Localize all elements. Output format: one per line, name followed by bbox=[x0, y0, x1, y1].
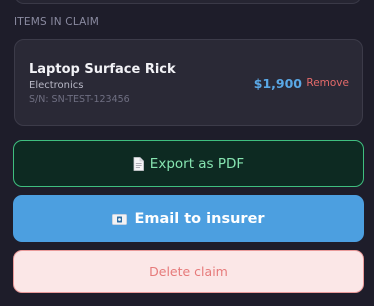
claim-detail-screen: ITEMS IN CLAIM Laptop Surface Rick Elect… bbox=[0, 0, 374, 306]
items-section-label: ITEMS IN CLAIM bbox=[14, 16, 100, 28]
item-category: Electronics bbox=[29, 80, 84, 91]
item-price: $1,900 bbox=[253, 76, 302, 91]
remove-item-button[interactable]: Remove bbox=[306, 77, 349, 89]
item-name: Laptop Surface Rick bbox=[29, 62, 176, 77]
previous-card-edge bbox=[14, 0, 362, 4]
delete-claim-label: Delete claim bbox=[149, 264, 228, 279]
email-icon bbox=[112, 213, 128, 225]
export-pdf-button[interactable]: Export as PDF bbox=[13, 140, 364, 187]
email-insurer-label: Email to insurer bbox=[134, 210, 265, 227]
delete-claim-button[interactable]: Delete claim bbox=[13, 250, 364, 293]
item-serial-number: S/N: SN-TEST-123456 bbox=[29, 94, 130, 105]
export-pdf-label: Export as PDF bbox=[149, 155, 245, 172]
email-insurer-button[interactable]: Email to insurer bbox=[13, 195, 364, 242]
claim-item-card: Laptop Surface Rick Electronics S/N: SN-… bbox=[14, 39, 363, 126]
document-icon bbox=[133, 156, 144, 171]
